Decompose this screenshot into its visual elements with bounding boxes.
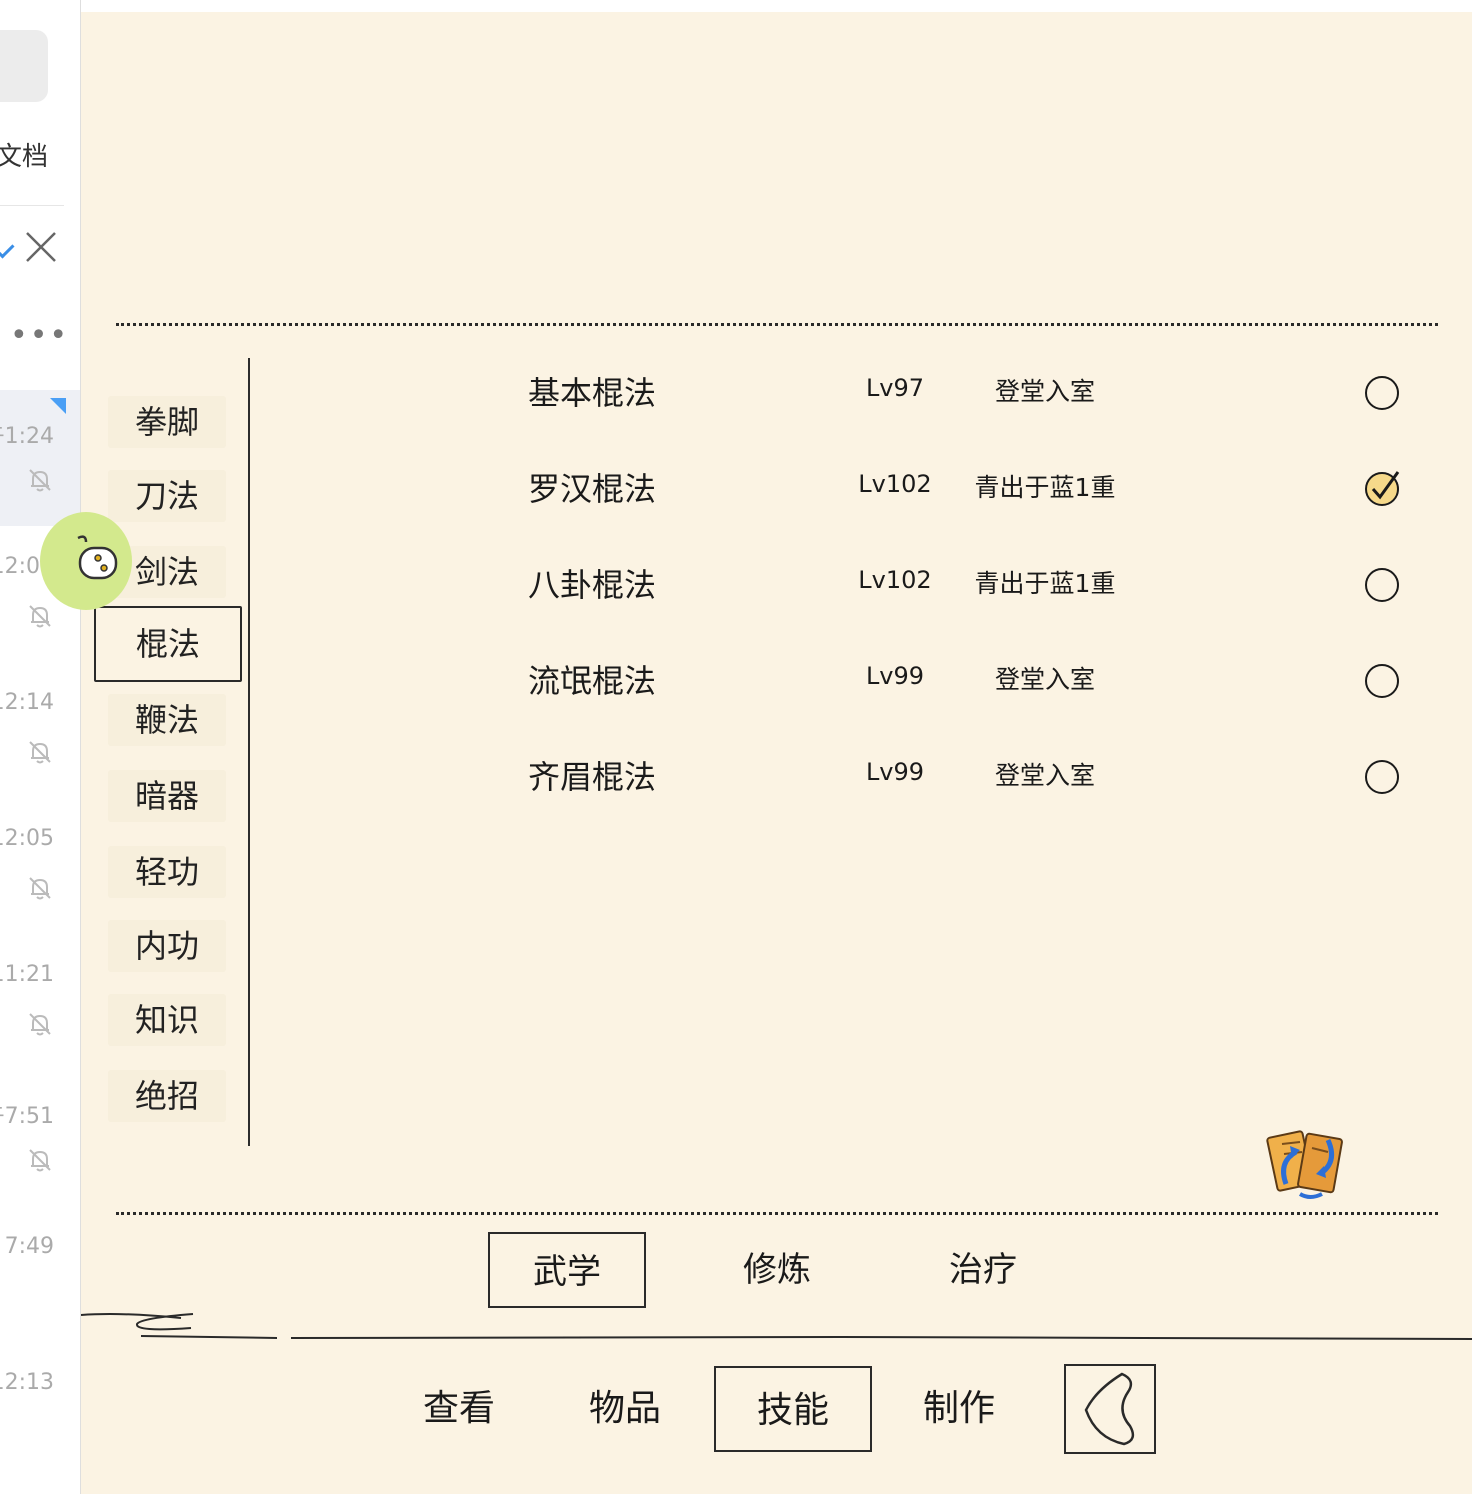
skill-level: Lv102 xyxy=(858,470,932,498)
chat-list-item[interactable]: 12:14 xyxy=(0,662,80,798)
skill-level: Lv99 xyxy=(865,758,925,786)
chat-list-item[interactable]: 11:21 xyxy=(0,934,80,1070)
pin-icon[interactable] xyxy=(0,234,15,259)
category-list: 拳脚 刀法 剑法 棍法 鞭法 暗器 轻功 内功 知识 绝招 xyxy=(94,360,250,1150)
sub-tab[interactable]: 治疗 xyxy=(904,1232,1062,1308)
nav-tab[interactable]: 查看 xyxy=(380,1366,538,1452)
category-tab[interactable]: 知识 xyxy=(108,994,226,1046)
skill-rank: 青出于蓝1重 xyxy=(974,569,1116,598)
skill-rank: 登堂入室 xyxy=(994,377,1095,406)
skill-row[interactable]: 流氓棍法 Lv99 登堂入室 xyxy=(528,648,1428,708)
chat-time: 12:05 xyxy=(0,826,54,851)
chat-time: 午1:24 xyxy=(0,424,54,449)
skill-name: 罗汉棍法 xyxy=(528,470,657,508)
chat-list-item[interactable]: 7:49 xyxy=(0,1206,80,1342)
skill-row[interactable]: 基本棍法 Lv97 登堂入室 xyxy=(528,360,1428,420)
chat-list-item[interactable]: 12:05 xyxy=(0,798,80,934)
category-tab[interactable]: 棍法 xyxy=(94,606,242,682)
chat-time: 12:14 xyxy=(0,690,54,715)
nav-tab[interactable]: 物品 xyxy=(546,1366,704,1452)
category-tab[interactable]: 刀法 xyxy=(108,470,226,522)
radio-icon[interactable] xyxy=(1364,662,1400,698)
doc-label[interactable]: 文档 xyxy=(0,136,48,173)
more-icon[interactable]: ••• xyxy=(10,318,69,353)
swap-book-icon[interactable] xyxy=(1266,1122,1348,1202)
category-tab[interactable]: 绝招 xyxy=(108,1070,226,1122)
category-tab[interactable]: 轻功 xyxy=(108,846,226,898)
skill-rank: 登堂入室 xyxy=(994,665,1095,694)
radio-icon[interactable] xyxy=(1364,374,1400,410)
divider-dotted-bottom xyxy=(116,1212,1438,1215)
chat-time: 7:49 xyxy=(4,1234,54,1259)
nav-tab[interactable]: 制作 xyxy=(880,1366,1038,1452)
chat-time: 12:13 xyxy=(0,1370,54,1395)
unread-marker xyxy=(50,398,66,414)
checked-radio-icon[interactable] xyxy=(1364,470,1400,506)
mute-bell-icon xyxy=(29,605,51,628)
brush-divider xyxy=(81,1313,1472,1340)
sub-tab[interactable]: 武学 xyxy=(488,1232,646,1308)
skill-row[interactable]: 罗汉棍法 Lv102 青出于蓝1重 xyxy=(528,456,1428,516)
skill-name: 八卦棍法 xyxy=(528,566,657,604)
divider-dotted-top xyxy=(116,323,1438,326)
skill-rank: 登堂入室 xyxy=(994,761,1095,790)
skill-rank: 青出于蓝1重 xyxy=(974,473,1116,502)
sidebar-divider xyxy=(0,205,64,206)
skill-level: Lv102 xyxy=(858,566,932,594)
skill-level: Lv99 xyxy=(865,662,925,690)
gamepad-icon xyxy=(77,535,118,580)
nav-tab[interactable]: 技能 xyxy=(714,1366,872,1452)
chat-list-item[interactable]: 午7:51 xyxy=(0,1070,80,1206)
radio-icon[interactable] xyxy=(1364,566,1400,602)
mute-bell-icon xyxy=(29,877,51,900)
skill-name: 流氓棍法 xyxy=(528,662,657,700)
skill-name: 基本棍法 xyxy=(528,374,657,412)
category-tab[interactable]: 暗器 xyxy=(108,770,226,822)
chat-time: 午7:51 xyxy=(0,1104,54,1129)
top-strip xyxy=(81,0,1472,12)
chat-list-item[interactable]: 12:13 xyxy=(0,1342,80,1478)
sub-tab[interactable]: 修炼 xyxy=(698,1232,856,1308)
skill-name: 齐眉棍法 xyxy=(528,758,657,796)
radio-icon[interactable] xyxy=(1364,758,1400,794)
mute-bell-icon xyxy=(29,1013,51,1036)
search-box[interactable] xyxy=(0,30,48,102)
mute-bell-icon xyxy=(29,741,51,764)
back-icon xyxy=(1084,1372,1135,1446)
mute-bell-icon xyxy=(29,1149,51,1172)
skill-row[interactable]: 八卦棍法 Lv102 青出于蓝1重 xyxy=(528,552,1428,612)
chat-time: 11:21 xyxy=(0,962,54,987)
close-icon[interactable] xyxy=(24,230,58,264)
skill-level: Lv97 xyxy=(865,374,925,402)
back-button[interactable] xyxy=(1064,1364,1156,1454)
mute-bell-icon xyxy=(29,469,51,492)
category-tab[interactable]: 拳脚 xyxy=(108,396,226,448)
category-tab[interactable]: 内功 xyxy=(108,920,226,972)
chat-sidebar: 文档 ••• 午1:2412:0212:1412:0511:21午7:517:4… xyxy=(0,0,81,1494)
floating-assistant-ball[interactable] xyxy=(40,512,132,610)
chat-list-item[interactable]: 午1:24 xyxy=(0,390,80,526)
category-tab[interactable]: 鞭法 xyxy=(108,694,226,746)
skill-row[interactable]: 齐眉棍法 Lv99 登堂入室 xyxy=(528,744,1428,804)
